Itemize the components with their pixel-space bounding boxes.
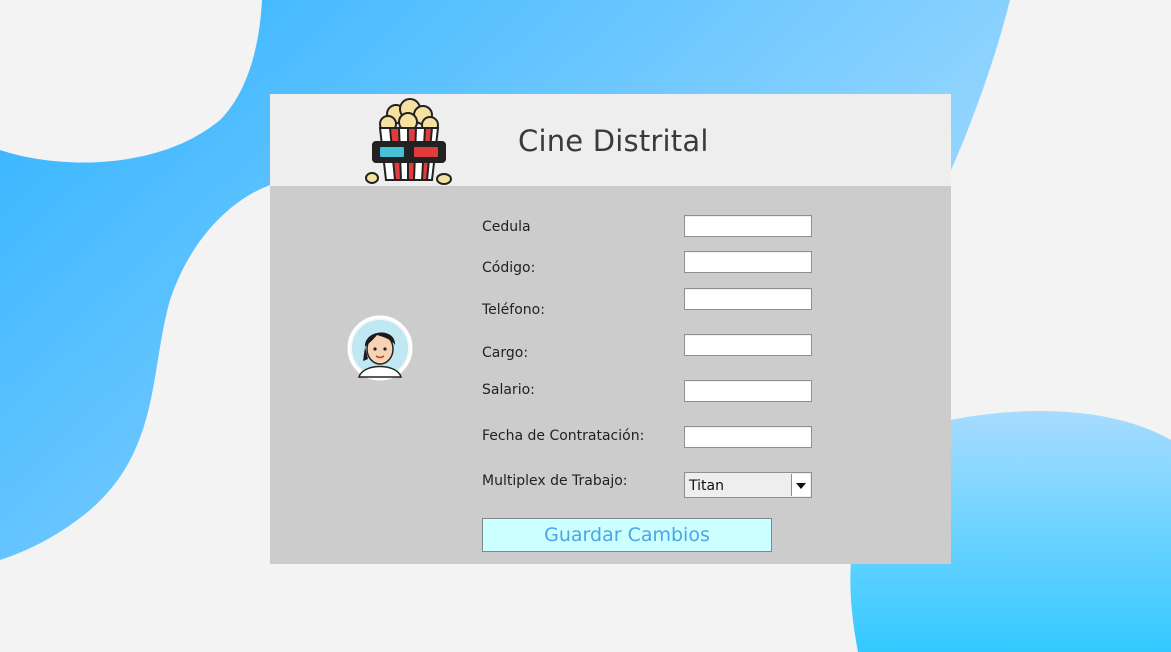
codigo-label: Código: [482, 260, 536, 276]
header-bar: Cine Distrital [270, 94, 951, 186]
popcorn-3d-glasses-icon [365, 98, 452, 185]
multiplex-label: Multiplex de Trabajo: [482, 473, 628, 489]
employee-form-window: Cine Distrital Cedula Código: Teléfono: … [270, 94, 951, 564]
chevron-down-icon[interactable] [791, 474, 810, 496]
cargo-input[interactable] [684, 334, 812, 356]
salario-label: Salario: [482, 382, 535, 398]
cedula-input[interactable] [684, 215, 812, 237]
multiplex-select[interactable]: Titan [684, 472, 812, 498]
app-title: Cine Distrital [518, 124, 709, 158]
multiplex-selected-value: Titan [689, 478, 724, 494]
telefono-input[interactable] [684, 288, 812, 310]
telefono-label: Teléfono: [482, 302, 545, 318]
codigo-input[interactable] [684, 251, 812, 273]
cargo-label: Cargo: [482, 345, 529, 361]
fecha-contratacion-input[interactable] [684, 426, 812, 448]
fecha-contratacion-label: Fecha de Contratación: [482, 428, 645, 444]
salario-input[interactable] [684, 380, 812, 402]
cedula-label: Cedula [482, 219, 531, 235]
user-avatar-icon [347, 315, 413, 381]
save-changes-button[interactable]: Guardar Cambios [482, 518, 772, 552]
